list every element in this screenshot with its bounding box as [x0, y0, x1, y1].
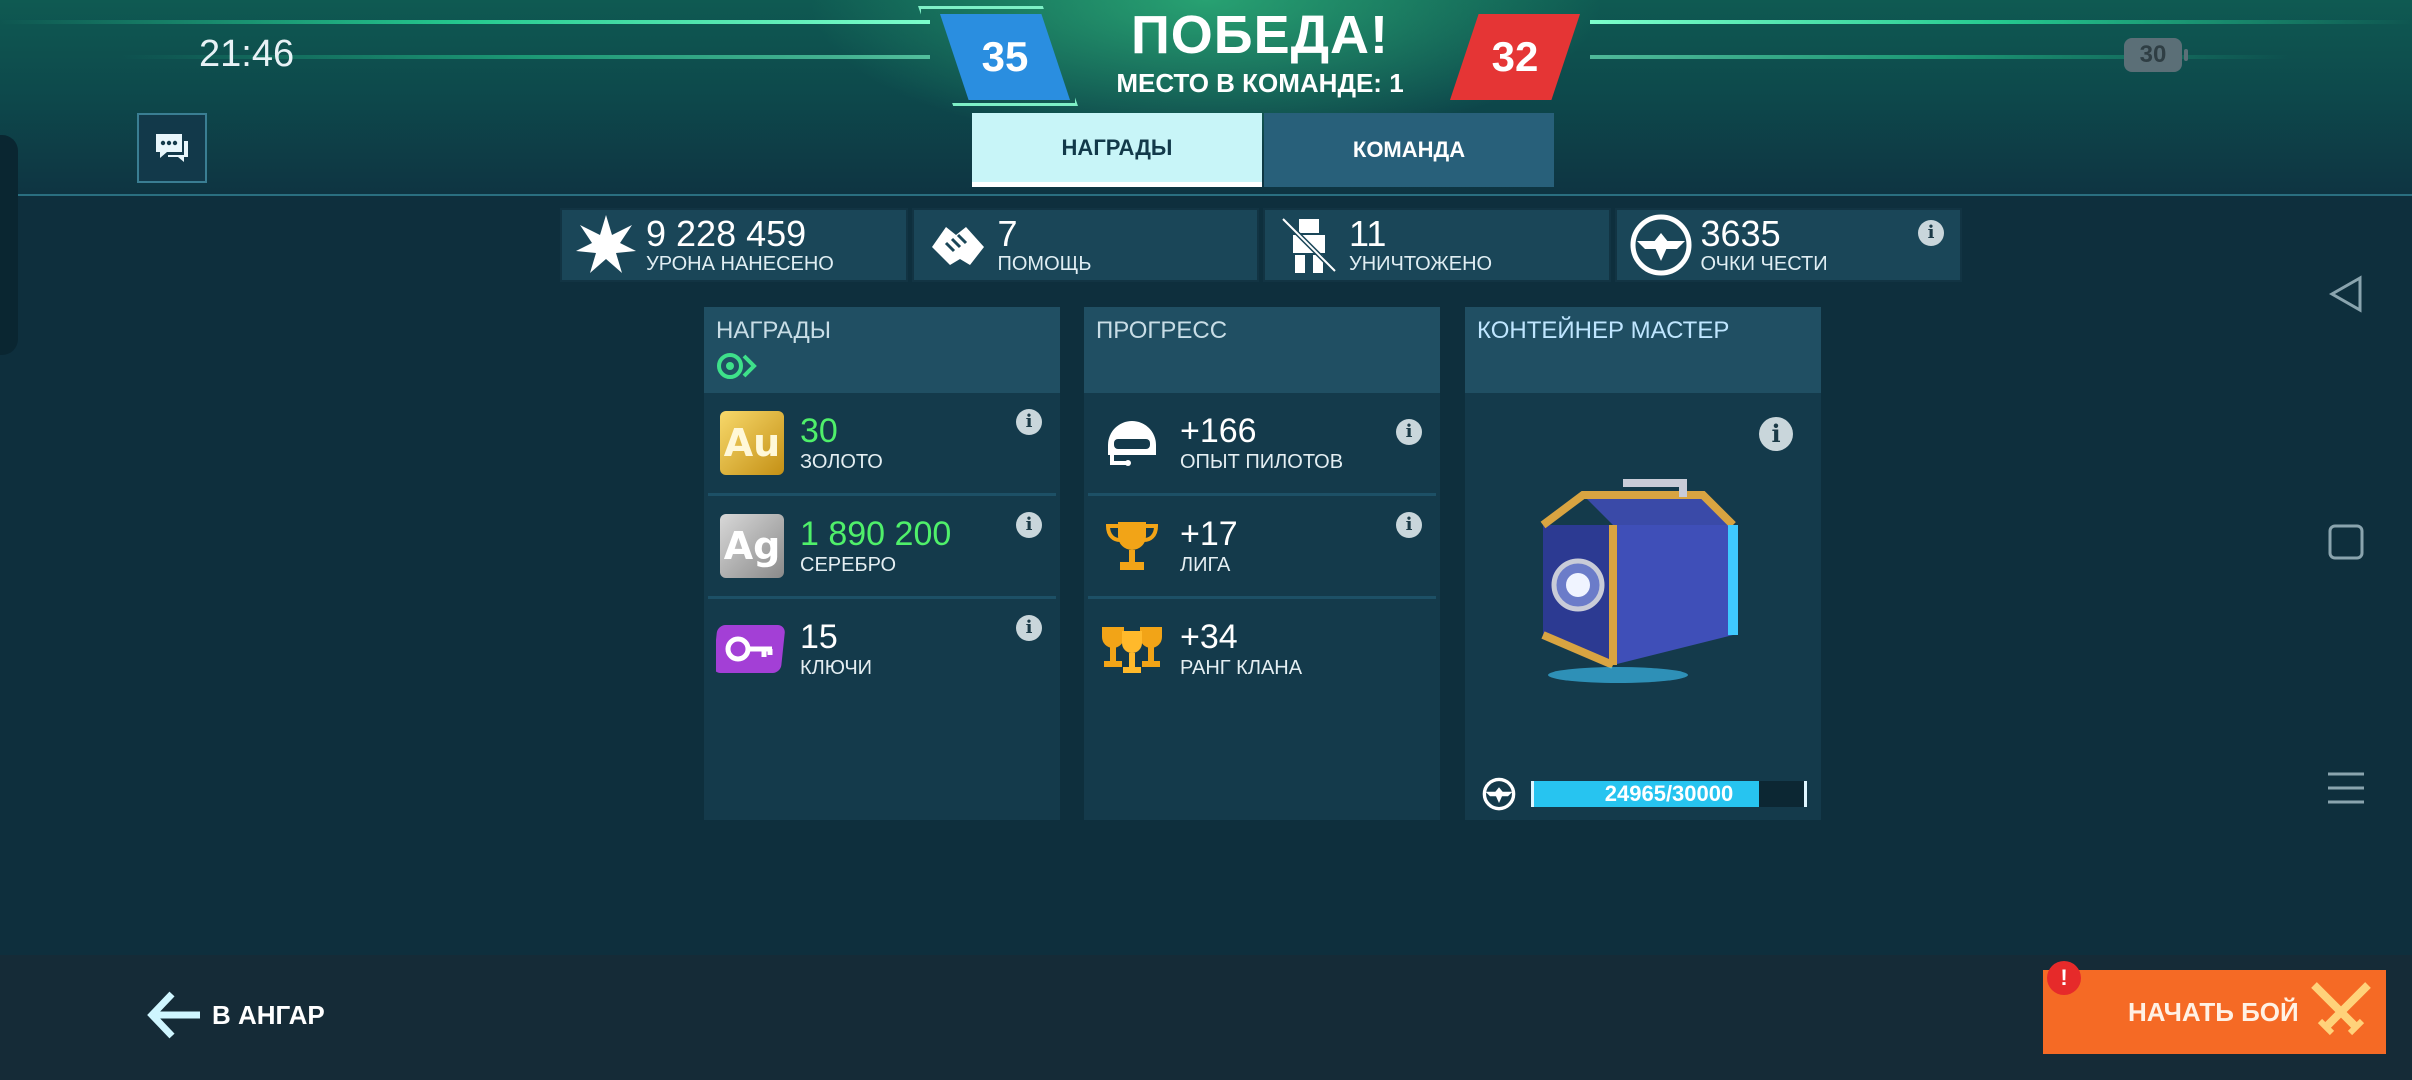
- start-battle-button[interactable]: НАЧАТЬ БОЙ: [2043, 970, 2386, 1054]
- panel-title: КОНТЕЙНЕР МАСТЕР: [1477, 317, 1730, 344]
- reward-silver: Ag 1 890 200 СЕРЕБРО i: [708, 496, 1056, 599]
- info-icon[interactable]: i: [1016, 512, 1042, 538]
- tab-team[interactable]: КОМАНДА: [1264, 113, 1554, 187]
- silver-icon: Ag: [720, 514, 784, 578]
- stat-assists: 7 ПОМОЩЬ: [911, 208, 1259, 282]
- progress-pilot-xp: +166 ОПЫТ ПИЛОТОВ i: [1088, 393, 1436, 496]
- progress-value: +166: [1180, 411, 1257, 450]
- reward-label: СЕРЕБРО: [800, 553, 897, 576]
- progress-panel: ПРОГРЕСС +166 ОПЫТ ПИЛОТОВ i +17 ЛИГА i +3…: [1084, 307, 1440, 820]
- reward-keys: 15 КЛЮЧИ i: [708, 599, 1056, 699]
- progress-value: +17: [1180, 514, 1238, 553]
- back-to-hangar-button[interactable]: В АНГАР: [146, 990, 325, 1040]
- panel-header: ПРОГРЕСС: [1084, 307, 1440, 393]
- reward-value: 15: [800, 617, 838, 656]
- info-icon[interactable]: i: [1016, 615, 1042, 641]
- reward-label: КЛЮЧИ: [800, 656, 873, 679]
- team-place: МЕСТО В КОМАНДЕ: 1: [1116, 68, 1404, 98]
- battle-stats: 9 228 459 УРОНА НАНЕСЕНО 7 ПОМОЩЬ 11 УНИЧТО…: [560, 208, 1962, 282]
- progress-value: +34: [1180, 617, 1238, 656]
- info-icon[interactable]: i: [1396, 512, 1422, 538]
- status-clock: 21:46: [199, 33, 295, 75]
- info-icon[interactable]: i: [1759, 417, 1793, 451]
- stat-kills: 11 УНИЧТОЖЕНО: [1263, 208, 1611, 282]
- panel-header: НАГРАДЫ: [704, 307, 1060, 393]
- result-title: ПОБЕДА!: [1130, 5, 1390, 65]
- info-icon[interactable]: i: [1918, 220, 1944, 246]
- nav-recents-icon[interactable]: [2326, 768, 2366, 808]
- panel-title: НАГРАДЫ: [716, 317, 832, 344]
- gold-icon: Au: [720, 411, 784, 475]
- honor-emblem-icon: [1627, 211, 1695, 279]
- header-stripe: [0, 20, 930, 24]
- stat-honor: 3635 ОЧКИ ЧЕСТИ i: [1614, 208, 1962, 282]
- header-divider: [0, 194, 2412, 196]
- progress-bar: 24965/30000: [1531, 781, 1807, 807]
- arrow-left-icon: [147, 991, 200, 1039]
- pilot-helmet-icon: [1096, 407, 1168, 479]
- alert-badge: !: [2047, 961, 2081, 995]
- progress-text: 24965/30000: [1604, 781, 1734, 806]
- chat-button[interactable]: [137, 113, 207, 183]
- info-icon[interactable]: i: [1016, 409, 1042, 435]
- progress-label: РАНГ КЛАНА: [1180, 656, 1303, 679]
- honor-emblem-icon: [1482, 777, 1516, 811]
- rewards-panel: НАГРАДЫ Au 30 ЗОЛОТО i Ag 1 890 200 СЕРЕБР…: [704, 307, 1060, 820]
- key-card-icon: [716, 613, 788, 685]
- back-label: В АНГАР: [212, 999, 325, 1030]
- panel-header: КОНТЕЙНЕР МАСТЕР: [1465, 307, 1821, 393]
- nav-home-icon[interactable]: [2326, 522, 2366, 562]
- info-icon[interactable]: i: [1396, 419, 1422, 445]
- stat-value: 7: [997, 212, 1018, 254]
- double-trophy-icon: [1096, 613, 1168, 685]
- progress-label: ОПЫТ ПИЛОТОВ: [1180, 450, 1344, 473]
- chat-icon: [156, 134, 188, 162]
- reward-gold: Au 30 ЗОЛОТО i: [708, 393, 1056, 496]
- header-stripe: [1590, 20, 2412, 24]
- stat-value: 11: [1349, 212, 1387, 254]
- crossed-swords-icon: [2311, 982, 2371, 1036]
- boost-icon: [717, 353, 757, 379]
- burst-icon: [572, 211, 640, 279]
- stat-value: 3635: [1700, 212, 1781, 254]
- container-progress: 24965/30000: [1477, 777, 1817, 811]
- edge-handle[interactable]: [0, 135, 18, 355]
- destroyed-robot-icon: [1275, 211, 1343, 279]
- stat-label: ОЧКИ ЧЕСТИ: [1700, 252, 1828, 275]
- master-container-icon[interactable]: [1523, 455, 1763, 695]
- stat-value: 9 228 459: [646, 212, 807, 254]
- nav-back-icon[interactable]: [2326, 274, 2366, 314]
- start-label: НАЧАТЬ БОЙ: [2128, 996, 2299, 1027]
- stat-label: УРОНА НАНЕСЕНО: [646, 252, 834, 275]
- progress-clan-rank: +34 РАНГ КЛАНА: [1088, 599, 1436, 699]
- progress-league: +17 ЛИГА i: [1088, 496, 1436, 599]
- trophy-icon: [1096, 510, 1168, 582]
- stat-label: УНИЧТОЖЕНО: [1349, 252, 1493, 275]
- tab-rewards[interactable]: НАГРАДЫ: [972, 113, 1262, 187]
- handshake-icon: [924, 211, 992, 279]
- container-panel: КОНТЕЙНЕР МАСТЕР i 24965/30000: [1465, 307, 1821, 820]
- battery-icon: 30: [2124, 38, 2188, 72]
- progress-label: ЛИГА: [1180, 553, 1231, 576]
- reward-label: ЗОЛОТО: [800, 450, 883, 473]
- stat-label: ПОМОЩЬ: [997, 252, 1092, 275]
- reward-value: 30: [800, 411, 838, 450]
- panel-title: ПРОГРЕСС: [1096, 317, 1228, 344]
- stat-damage: 9 228 459 УРОНА НАНЕСЕНО: [560, 208, 908, 282]
- reward-value: 1 890 200: [800, 514, 952, 553]
